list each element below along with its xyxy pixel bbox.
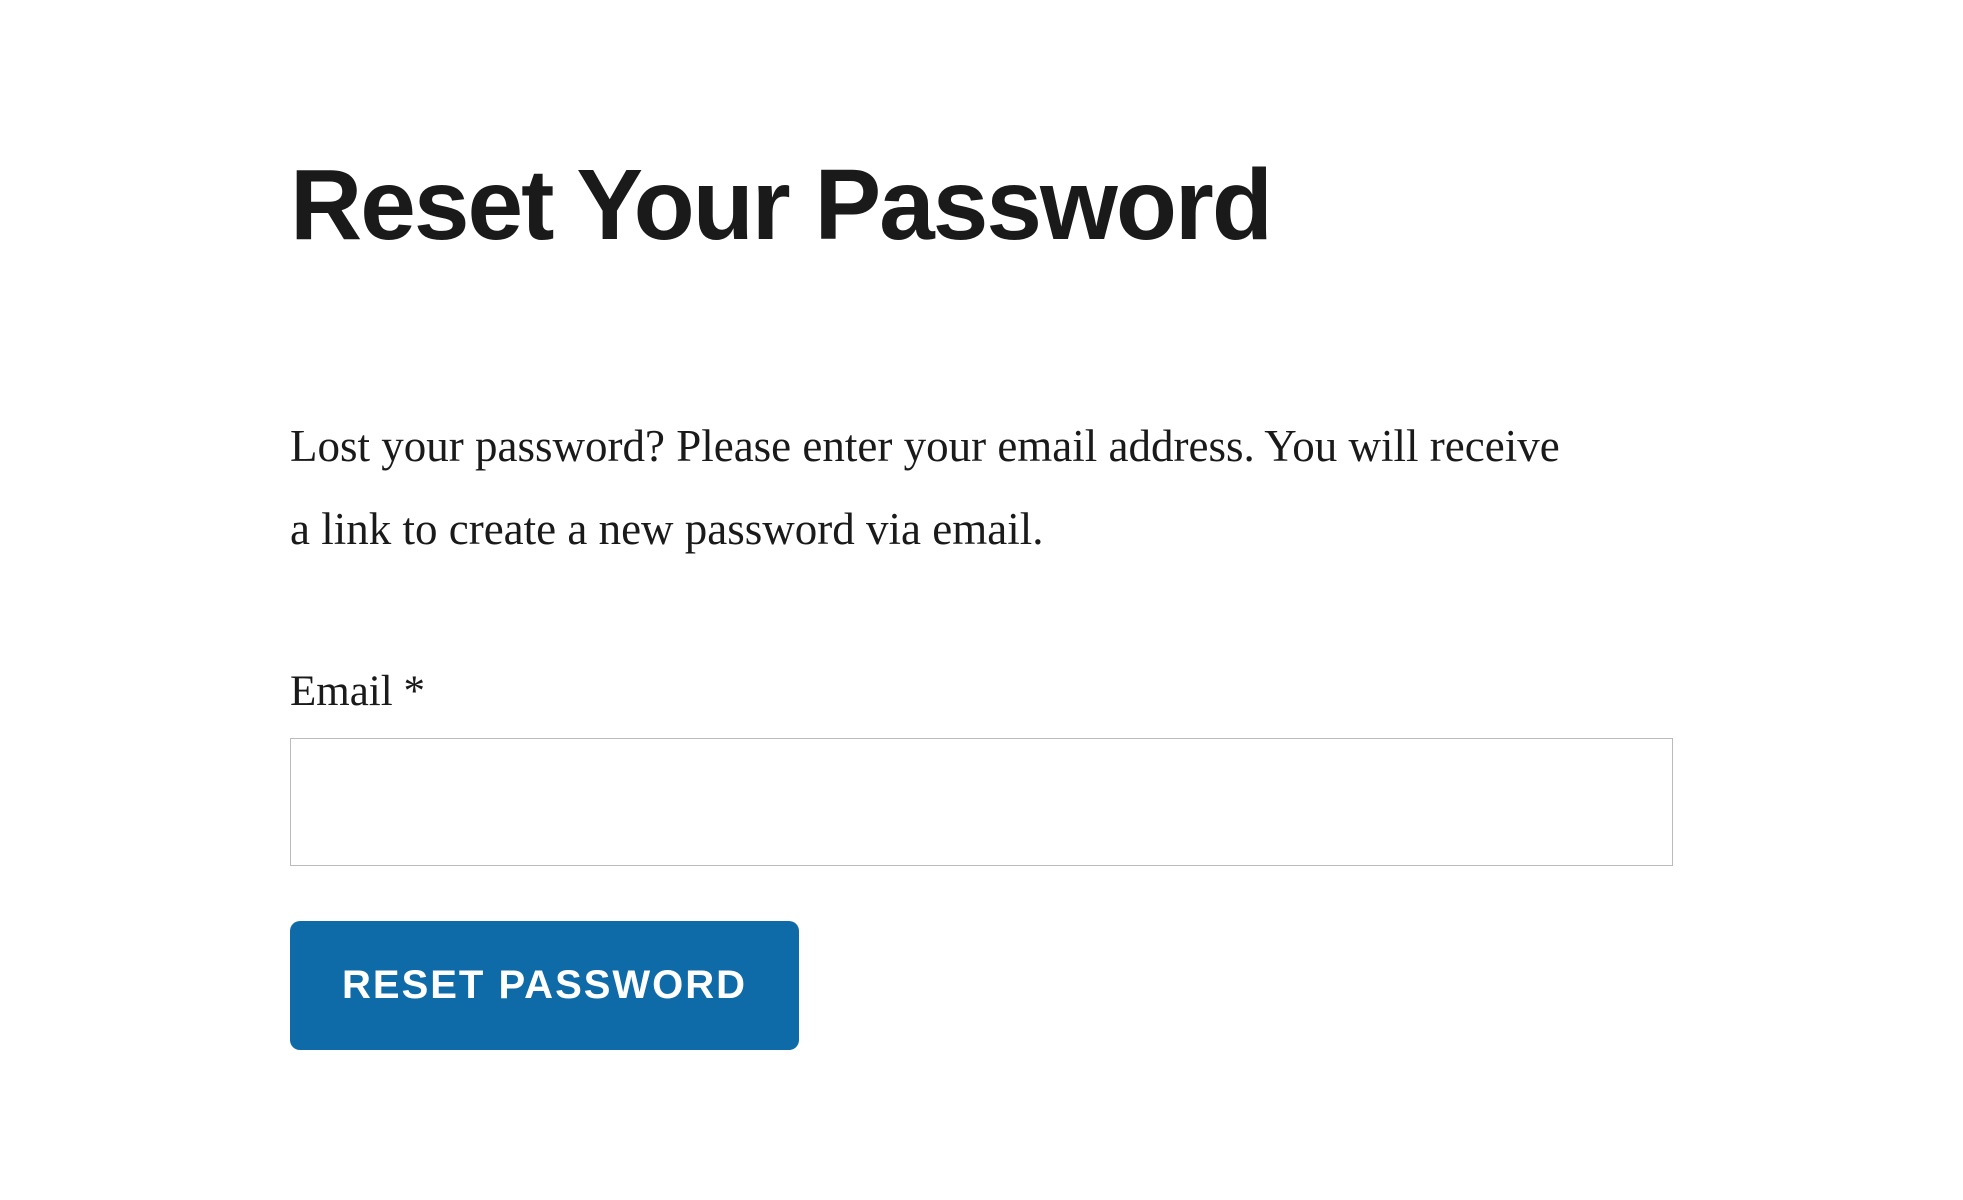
email-form-group: Email *	[290, 667, 1673, 866]
reset-password-container: Reset Your Password Lost your password? …	[0, 0, 1963, 1050]
email-label-text: Email	[290, 668, 403, 715]
email-input[interactable]	[290, 738, 1673, 866]
page-title: Reset Your Password	[290, 150, 1673, 260]
instruction-text: Lost your password? Please enter your em…	[290, 405, 1570, 572]
email-label: Email *	[290, 667, 1673, 716]
reset-password-button[interactable]: RESET PASSWORD	[290, 921, 799, 1050]
required-asterisk: *	[403, 668, 425, 715]
